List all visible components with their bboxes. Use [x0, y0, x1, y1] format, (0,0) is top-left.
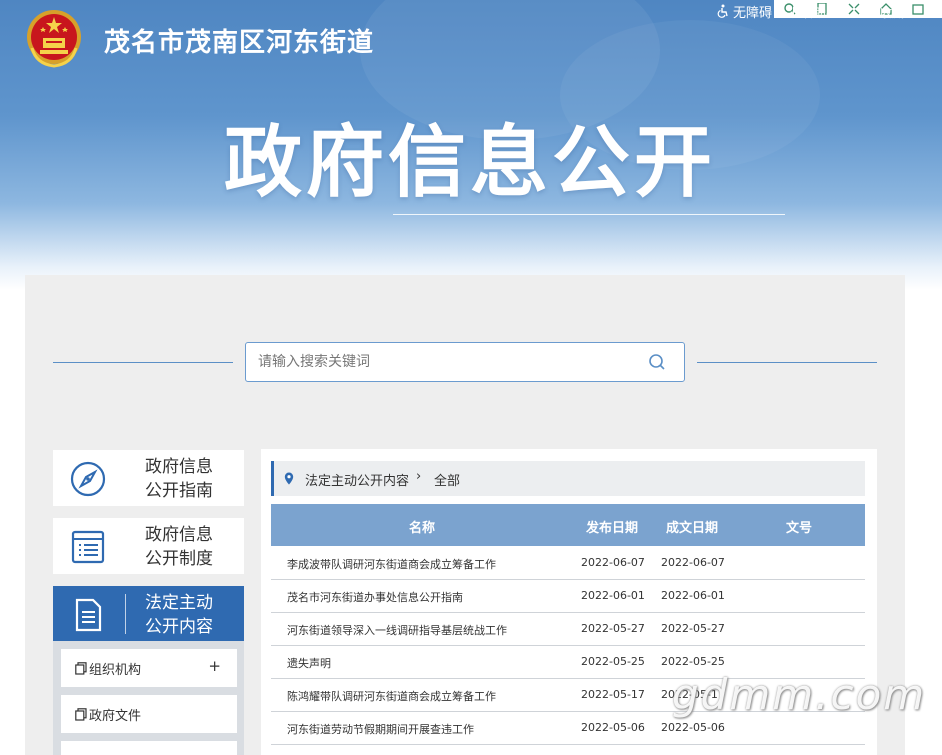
- row-publish-date: 2022-05-06: [581, 721, 645, 734]
- elder-assistant-label: 长者助手: [790, 6, 839, 20]
- wheelchair-icon: [717, 4, 728, 18]
- breadcrumb-level2[interactable]: 全部: [434, 470, 460, 489]
- row-doc-date: 2022-06-07: [661, 556, 725, 569]
- zoom-tool-button[interactable]: [846, 2, 862, 16]
- nav-card-label: 法定主动 公开内容: [145, 593, 213, 637]
- column-header-doc-number: 文号: [786, 521, 813, 536]
- document-list-icon: [71, 530, 105, 564]
- column-header-name: 名称: [409, 521, 436, 536]
- search-box: [245, 342, 685, 382]
- table-header: 名称 发布日期 成文日期 文号: [271, 504, 865, 546]
- location-pin-icon: [284, 472, 294, 485]
- row-publish-date: 2022-05-27: [581, 622, 645, 635]
- nav-card-system[interactable]: 政府信息 公开制度: [53, 518, 244, 574]
- nav-card-guide[interactable]: 政府信息 公开指南: [53, 450, 244, 506]
- row-publish-date: 2022-06-07: [581, 556, 645, 569]
- sub-item-label: 组织机构: [89, 663, 142, 678]
- accessibility-button[interactable]: 无障碍: [716, 2, 773, 21]
- search-icon[interactable]: [646, 352, 668, 372]
- nav-card-label: 政府信息 公开指南: [145, 457, 213, 501]
- accessibility-label: 无障碍: [733, 5, 773, 21]
- row-doc-date: 2022-05-27: [661, 622, 725, 635]
- chevron-right-icon: ›: [416, 469, 422, 484]
- column-header-publish-date: 发布日期: [586, 521, 639, 536]
- favorite-label: 收藏: [880, 6, 905, 20]
- row-doc-date: 2022-05-25: [661, 655, 725, 668]
- table-row: 李成波带队调研河东街道商会成立筹备工作 2022-06-07 2022-06-0…: [271, 547, 865, 580]
- row-title-link[interactable]: 河东街道劳动节假期期间开展查违工作: [287, 721, 474, 737]
- breadcrumb-level1[interactable]: 法定主动公开内容: [305, 470, 409, 489]
- breadcrumb: 法定主动公开内容 › 全部: [271, 461, 865, 496]
- national-emblem-icon: [27, 10, 81, 68]
- row-title-link[interactable]: 河东街道领导深入一线调研指导基层统战工作: [287, 622, 507, 638]
- row-title-link[interactable]: 茂名市河东街道办事处信息公开指南: [287, 589, 463, 605]
- copy-icon: [75, 662, 87, 675]
- row-doc-date: 2022-05-06: [661, 721, 725, 734]
- row-doc-date: 2022-06-01: [661, 589, 725, 602]
- nav-card-statutory[interactable]: 法定主动 公开内容: [53, 586, 244, 642]
- table-row: 河东街道领导深入一线调研指导基层统战工作 2022-05-27 2022-05-…: [271, 613, 865, 646]
- copy-icon: [75, 708, 87, 721]
- sub-item-organization[interactable]: 组织机构 +: [61, 649, 237, 687]
- search-divider-right: [697, 362, 877, 363]
- sub-item-gov-documents[interactable]: 政府文件: [61, 695, 237, 733]
- row-publish-date: 2022-05-25: [581, 655, 645, 668]
- row-title-link[interactable]: 李成波带队调研河东街道商会成立筹备工作: [287, 556, 496, 572]
- site-name: 茂名市茂南区河东街道: [104, 28, 375, 58]
- row-publish-date: 2022-06-01: [581, 589, 645, 602]
- share-icon: [912, 4, 924, 15]
- file-icon: [75, 598, 102, 632]
- expand-icon: [848, 3, 860, 15]
- column-header-doc-date: 成文日期: [666, 521, 719, 536]
- favorite-tool-button[interactable]: [910, 2, 926, 16]
- compass-icon: [70, 461, 106, 497]
- sub-item-label: 政府文件: [89, 709, 142, 724]
- title-underline: [393, 214, 785, 215]
- page-title: 政府信息公开: [224, 118, 717, 208]
- sub-item-partial[interactable]: [61, 741, 237, 755]
- search-input[interactable]: [246, 343, 638, 381]
- search-divider-left: [53, 362, 233, 363]
- expand-icon[interactable]: +: [208, 657, 221, 675]
- row-title-link[interactable]: 遗失声明: [287, 655, 331, 671]
- table-row: 茂名市河东街道办事处信息公开指南 2022-06-01 2022-06-01: [271, 580, 865, 613]
- nav-card-separator: [125, 594, 126, 634]
- row-title-link[interactable]: 陈鸿耀带队调研河东街道商会成立筹备工作: [287, 688, 496, 704]
- row-publish-date: 2022-05-17: [581, 688, 645, 701]
- watermark: gdmm.com: [672, 670, 927, 719]
- nav-card-label: 政府信息 公开制度: [145, 525, 213, 569]
